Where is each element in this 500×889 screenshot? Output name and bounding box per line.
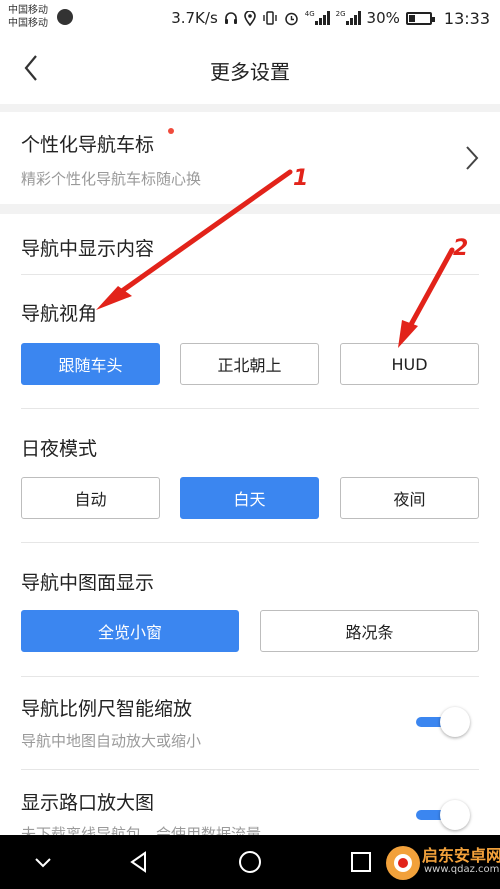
new-dot-badge — [168, 128, 174, 134]
status-bar: 中国移动 中国移动 3.7K/s 4G 2G 30% 13:33 — [0, 0, 500, 36]
junction-subtitle: 未下载离线导航包，会使用数据流量 — [21, 825, 262, 835]
watermark-url: www.qdaz.com — [424, 864, 500, 875]
signal-2-icon: 2G — [336, 11, 361, 25]
personal-car-icon-title: 个性化导航车标 — [21, 134, 155, 156]
chevron-down-icon[interactable] — [28, 847, 58, 877]
watermark-logo-icon — [386, 846, 420, 880]
toggle-knob — [440, 800, 470, 830]
nav-view-option-hud[interactable]: HUD — [340, 343, 479, 385]
smart-zoom-subtitle: 导航中地图自动放大或缩小 — [21, 732, 202, 750]
net-speed: 3.7K/s — [171, 9, 218, 27]
app-header: 更多设置 — [0, 36, 500, 104]
map-display-option-traffic-bar[interactable]: 路况条 — [260, 610, 479, 652]
section-gap — [0, 104, 500, 112]
nav-view-label: 导航视角 — [21, 303, 98, 325]
junction-row: 显示路口放大图 未下载离线导航包，会使用数据流量 — [0, 770, 500, 835]
day-night-option-night[interactable]: 夜间 — [340, 477, 479, 519]
annotation-arrow-2 — [405, 247, 455, 333]
battery-percent: 30% — [366, 9, 400, 27]
headset-icon — [224, 11, 238, 25]
annotation-number-2: 2 — [453, 236, 469, 261]
personal-car-icon-row[interactable]: 个性化导航车标 精彩个性化导航车标随心换 — [0, 112, 500, 204]
smart-zoom-toggle[interactable] — [412, 705, 470, 739]
divider — [21, 274, 479, 275]
carrier-2: 中国移动 — [8, 18, 48, 29]
vibrate-icon — [262, 11, 278, 25]
toggle-knob — [440, 707, 470, 737]
nav-view-option-follow[interactable]: 跟随车头 — [21, 343, 160, 385]
globe-icon — [57, 9, 73, 25]
signal-1-icon: 4G — [305, 11, 330, 25]
network-2-label: 2G — [335, 10, 346, 18]
carrier-1: 中国移动 — [8, 5, 48, 16]
day-night-option-auto[interactable]: 自动 — [21, 477, 160, 519]
personal-car-icon-subtitle: 精彩个性化导航车标随心换 — [21, 170, 202, 188]
page-title: 更多设置 — [210, 60, 290, 84]
annotation-number-1: 1 — [293, 166, 309, 191]
section-title: 导航中显示内容 — [21, 238, 155, 260]
clock: 13:33 — [443, 8, 490, 28]
back-triangle-icon[interactable] — [124, 847, 154, 877]
day-night-option-day[interactable]: 白天 — [180, 477, 319, 519]
section-gap — [0, 204, 500, 214]
watermark: 启东安卓网 www.qdaz.com — [382, 838, 500, 888]
alarm-icon — [284, 11, 299, 26]
recents-square-icon[interactable] — [346, 847, 376, 877]
smart-zoom-row: 导航比例尺智能缩放 导航中地图自动放大或缩小 — [0, 676, 500, 770]
battery-icon — [405, 11, 435, 25]
nav-view-option-north-up[interactable]: 正北朝上 — [180, 343, 319, 385]
day-night-label: 日夜模式 — [21, 438, 98, 460]
watermark-text: 启东安卓网 — [422, 846, 500, 865]
map-display-label: 导航中图面显示 — [21, 572, 155, 594]
home-circle-icon[interactable] — [235, 847, 265, 877]
divider — [21, 542, 479, 543]
junction-title: 显示路口放大图 — [21, 792, 155, 814]
network-1-label: 4G — [304, 10, 315, 18]
junction-toggle[interactable] — [412, 798, 470, 832]
annotation-arrowhead-1 — [96, 286, 132, 310]
carrier-info: 中国移动 中国移动 — [8, 4, 48, 30]
map-display-option-overview[interactable]: 全览小窗 — [21, 610, 239, 652]
smart-zoom-title: 导航比例尺智能缩放 — [21, 698, 193, 720]
chevron-right-icon — [466, 146, 479, 170]
location-icon — [243, 10, 256, 26]
divider — [21, 408, 479, 409]
status-icons: 3.7K/s 4G 2G 30% 13:33 — [165, 7, 490, 29]
